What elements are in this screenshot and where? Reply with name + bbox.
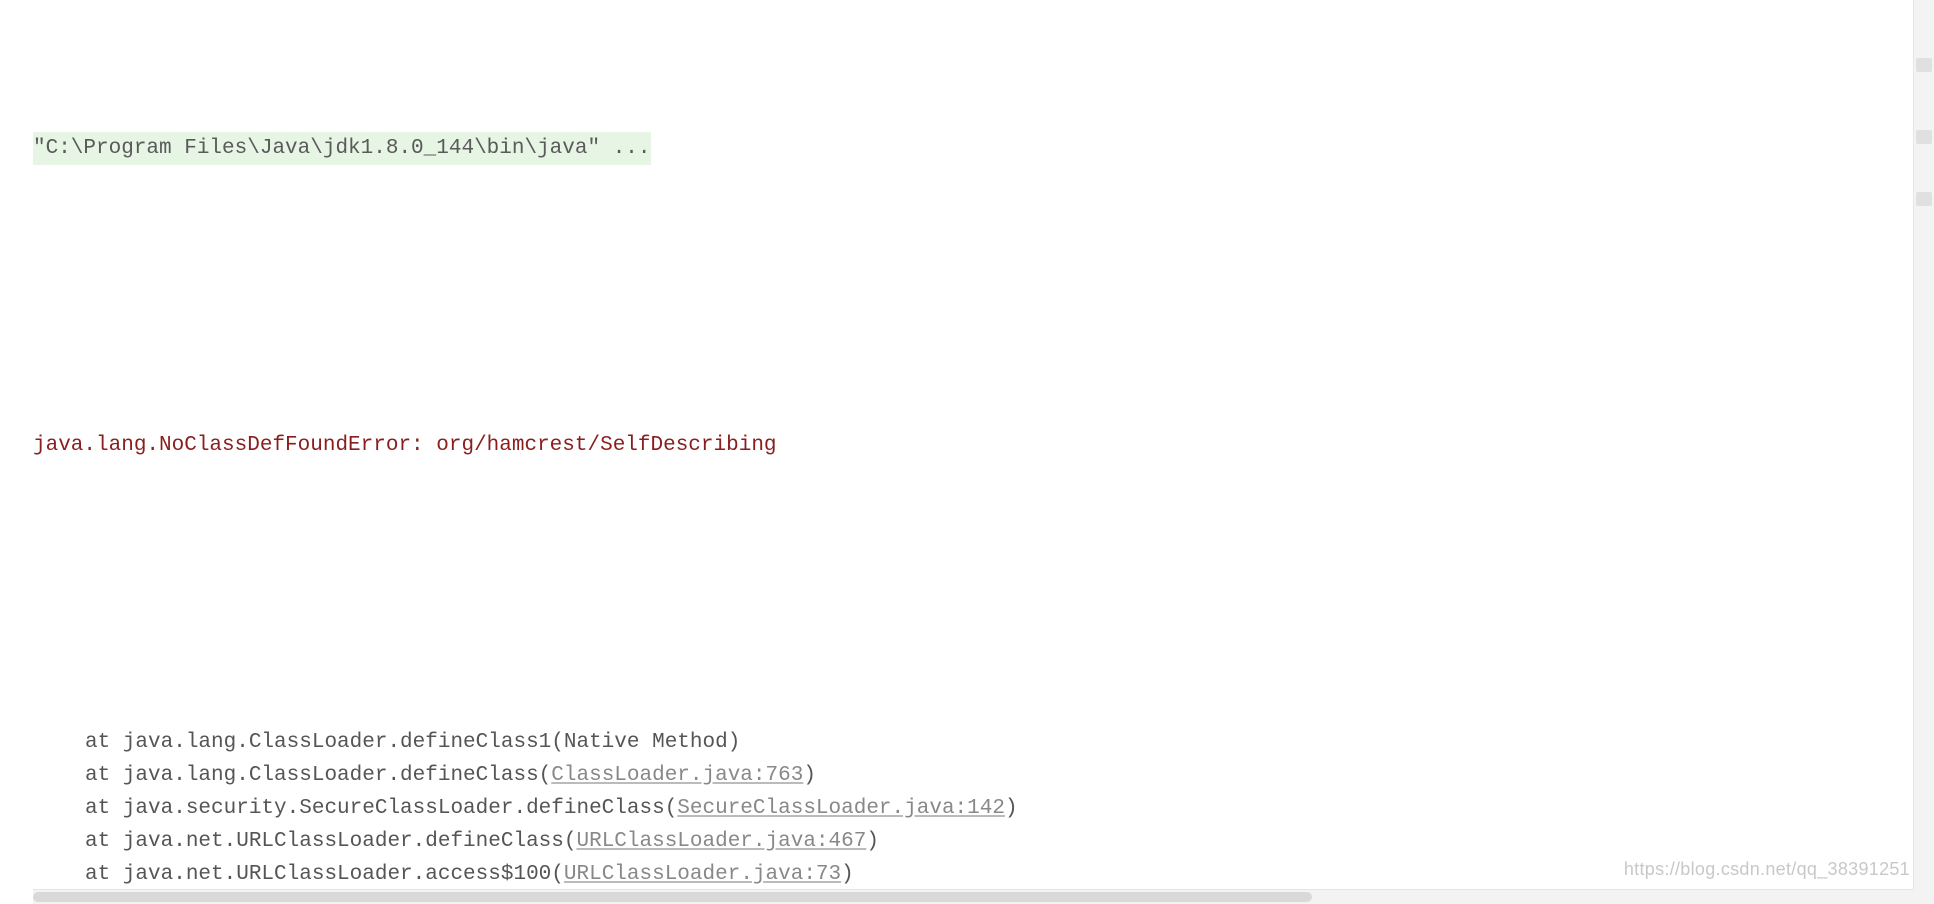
scrollbar-thumb[interactable] bbox=[33, 892, 1312, 902]
source-link[interactable]: URLClassLoader.java:73 bbox=[564, 858, 841, 891]
stack-suffix: ) bbox=[803, 759, 816, 792]
command-text: "C:\Program Files\Java\jdk1.8.0_144\bin\… bbox=[33, 132, 651, 165]
source-link[interactable]: URLClassLoader.java:467 bbox=[576, 825, 866, 858]
stacktrace-line: at java.net.URLClassLoader.defineClass(U… bbox=[33, 825, 1934, 858]
vertical-scrollbar[interactable] bbox=[1913, 0, 1934, 904]
console-output: "C:\Program Files\Java\jdk1.8.0_144\bin\… bbox=[0, 0, 1934, 904]
stack-suffix: ) bbox=[866, 825, 879, 858]
source-link[interactable]: ClassLoader.java:763 bbox=[551, 759, 803, 792]
scrollbar-mark bbox=[1916, 58, 1932, 72]
stack-suffix: ) bbox=[841, 858, 854, 891]
stacktrace-line: at java.lang.ClassLoader.defineClass1(Na… bbox=[33, 726, 1934, 759]
stacktrace-line: at java.net.URLClassLoader.access$100(UR… bbox=[33, 858, 1934, 891]
stack-prefix: at java.net.URLClassLoader.defineClass( bbox=[85, 825, 576, 858]
source-link[interactable]: SecureClassLoader.java:142 bbox=[677, 792, 1005, 825]
stack-prefix: at java.security.SecureClassLoader.defin… bbox=[85, 792, 677, 825]
stacktrace-line: at java.security.SecureClassLoader.defin… bbox=[33, 792, 1934, 825]
stack-prefix: at java.lang.ClassLoader.defineClass1(Na… bbox=[85, 726, 740, 759]
exception-line: java.lang.NoClassDefFoundError: org/hamc… bbox=[33, 429, 1934, 462]
stack-prefix: at java.lang.ClassLoader.defineClass( bbox=[85, 759, 551, 792]
horizontal-scrollbar[interactable] bbox=[33, 889, 1914, 904]
exception-text: java.lang.NoClassDefFoundError: org/hamc… bbox=[33, 429, 777, 462]
scrollbar-mark bbox=[1916, 192, 1932, 206]
blank-line bbox=[33, 264, 1934, 297]
console-command-line: "C:\Program Files\Java\jdk1.8.0_144\bin\… bbox=[33, 132, 1934, 165]
blank-line bbox=[33, 561, 1934, 594]
scrollbar-mark bbox=[1916, 130, 1932, 144]
stack-suffix: ) bbox=[1005, 792, 1018, 825]
stack-prefix: at java.net.URLClassLoader.access$100( bbox=[85, 858, 564, 891]
stacktrace-line: at java.lang.ClassLoader.defineClass(Cla… bbox=[33, 759, 1934, 792]
